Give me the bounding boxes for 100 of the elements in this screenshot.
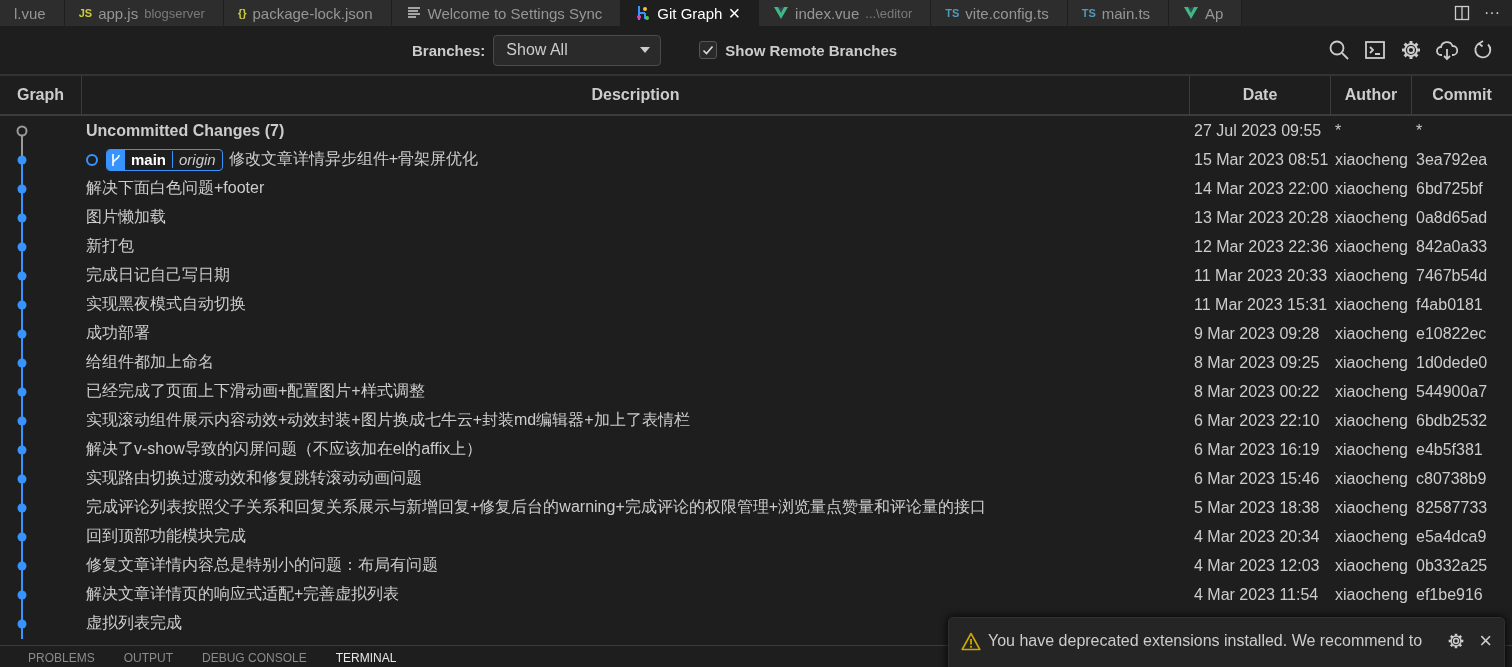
commit-date: 14 Mar 2023 22:00: [1194, 179, 1329, 197]
tab-description: ...\editor: [865, 5, 913, 21]
checkbox-label: Show Remote Branches: [725, 41, 898, 59]
editor-tab[interactable]: Git Graph ×: [621, 0, 760, 26]
tab-description: blogserver: [144, 5, 205, 21]
panel-tab[interactable]: DEBUG CONSOLE: [202, 651, 307, 665]
commit-author: xiaocheng: [1335, 237, 1408, 255]
column-header[interactable]: Commit: [1412, 76, 1512, 114]
commit-hash: f4ab0181: [1416, 295, 1483, 313]
file-type-icon: JS: [78, 7, 93, 19]
editor-tab[interactable]: JS app.js blogserver: [64, 0, 224, 26]
checkbox[interactable]: [699, 41, 718, 59]
column-header[interactable]: Author: [1331, 76, 1412, 114]
commit-hash: e5a4dca9: [1416, 527, 1487, 545]
branch-label[interactable]: main origin: [106, 148, 223, 171]
file-type-icon: {}: [237, 7, 247, 19]
commit-hash: 0a8d65ad: [1416, 208, 1488, 226]
branches-label: Branches:: [412, 41, 486, 59]
commit-date: 12 Mar 2023 22:36: [1194, 237, 1329, 255]
graph-node: [17, 377, 27, 407]
editor-tab[interactable]: index.vue ...\editor: [759, 0, 932, 26]
notification-message: You have deprecated extensions installed. We recommend to: [988, 632, 1423, 650]
editor-tab[interactable]: {} package-lock.json: [223, 0, 392, 26]
commit-hash: *: [1416, 121, 1423, 139]
commit-author: xiaocheng: [1335, 324, 1408, 342]
commit-author: xiaocheng: [1335, 382, 1408, 400]
more-actions-icon[interactable]: ···: [1484, 4, 1500, 22]
commit-date: 6 Mar 2023 16:19: [1194, 440, 1320, 458]
commit-message: 修复文章详情内容总是特别小的问题：布局有问题: [86, 555, 438, 575]
column-header[interactable]: Date: [1190, 76, 1331, 114]
refresh-icon: [1472, 39, 1494, 61]
commit-author: xiaocheng: [1335, 411, 1408, 429]
file-type-icon: TS: [1081, 7, 1096, 19]
commit-date: 11 Mar 2023 15:31: [1194, 295, 1328, 313]
close-icon[interactable]: ×: [728, 6, 741, 20]
commit-message: 实现路由切换过渡动效和修复跳转滚动动画问题: [86, 468, 422, 488]
settings-icon: [1400, 39, 1422, 61]
graph-node: [17, 174, 27, 204]
warning-icon: [961, 632, 981, 651]
commit-author: xiaocheng: [1335, 498, 1408, 516]
commit-message: Uncommitted Changes (7): [86, 121, 285, 140]
commit-author: xiaocheng: [1335, 469, 1408, 487]
file-type-icon: TS: [945, 7, 960, 19]
commit-author: xiaocheng: [1335, 353, 1408, 371]
vue-icon: [1183, 5, 1200, 21]
commit-date: 4 Mar 2023 12:03: [1194, 556, 1320, 574]
graph-node: [17, 580, 27, 610]
split-editor-icon: [1454, 5, 1470, 21]
commit-date: 27 Jul 2023 09:55: [1194, 121, 1322, 139]
commit-hash: 3ea792ea: [1416, 150, 1488, 168]
commit-date: 6 Mar 2023 22:10: [1194, 411, 1320, 429]
commit-hash: 7467b54d: [1416, 266, 1488, 284]
commit-date: 8 Mar 2023 09:25: [1194, 353, 1320, 371]
graph-node: [17, 203, 27, 233]
commit-message: 解决文章详情页的响应式适配+完善虚拟列表: [86, 584, 400, 604]
commit-author: xiaocheng: [1335, 179, 1408, 197]
graph-node: [17, 493, 27, 523]
commit-date: 8 Mar 2023 00:22: [1194, 382, 1320, 400]
commit-author: xiaocheng: [1335, 208, 1408, 226]
panel-tab[interactable]: OUTPUT: [123, 651, 174, 665]
commit-author: xiaocheng: [1335, 295, 1408, 313]
vue-icon: [773, 5, 790, 21]
branches-dropdown[interactable]: Show All: [493, 34, 662, 66]
editor-tab[interactable]: TS main.ts: [1067, 0, 1170, 26]
commit-message: 图片懒加载: [86, 207, 166, 227]
editor-tab[interactable]: Welcome to Settings Sync: [391, 0, 622, 26]
search-icon: [1328, 39, 1350, 61]
commit-author: xiaocheng: [1335, 150, 1408, 168]
graph-node: [17, 290, 27, 320]
commit-author: *: [1335, 121, 1342, 139]
column-header[interactable]: Graph: [0, 76, 82, 114]
column-header[interactable]: Description: [82, 76, 1190, 114]
editor-tab[interactable]: Ap: [1169, 0, 1243, 26]
settings-icon: [1447, 632, 1466, 650]
commit-author: xiaocheng: [1335, 527, 1408, 545]
caret-icon: [640, 47, 651, 53]
graph-node: [16, 125, 28, 146]
commit-message: 实现滚动组件展示内容动效+动效封装+图片换成七牛云+封装md编辑器+加上了表情栏: [86, 410, 690, 430]
commit-hash: 0b332a25: [1416, 556, 1488, 574]
graph-node: [17, 464, 27, 494]
commit-author: xiaocheng: [1335, 266, 1408, 284]
panel-tab[interactable]: PROBLEMS: [28, 651, 95, 665]
graph-node: [17, 348, 27, 378]
commit-date: 15 Mar 2023 08:51: [1194, 150, 1329, 168]
commit-message: 给组件都加上命名: [86, 352, 214, 372]
commit-hash: 6bd725bf: [1416, 179, 1483, 197]
editor-tab[interactable]: l.vue: [0, 0, 65, 26]
editor-tab[interactable]: TS vite.config.ts: [931, 0, 1068, 26]
graph-node: [17, 609, 27, 639]
commit-date: 9 Mar 2023 09:28: [1194, 324, 1320, 342]
commit-hash: ef1be916: [1416, 585, 1483, 603]
panel-tab[interactable]: TERMINAL: [335, 651, 397, 665]
commit-message: 成功部署: [86, 323, 150, 343]
checkmark-icon: [702, 44, 715, 56]
commit-author: xiaocheng: [1335, 556, 1408, 574]
commit-hash: e4b5f381: [1416, 440, 1483, 458]
close-icon[interactable]: ×: [1479, 632, 1492, 650]
commit-message: 修改文章详情异步组件+骨架屏优化: [228, 149, 479, 169]
commit-message: 解决了v-show导致的闪屏问题（不应该加在el的affix上）: [86, 439, 483, 459]
commit-hash: c80738b9: [1416, 469, 1487, 487]
